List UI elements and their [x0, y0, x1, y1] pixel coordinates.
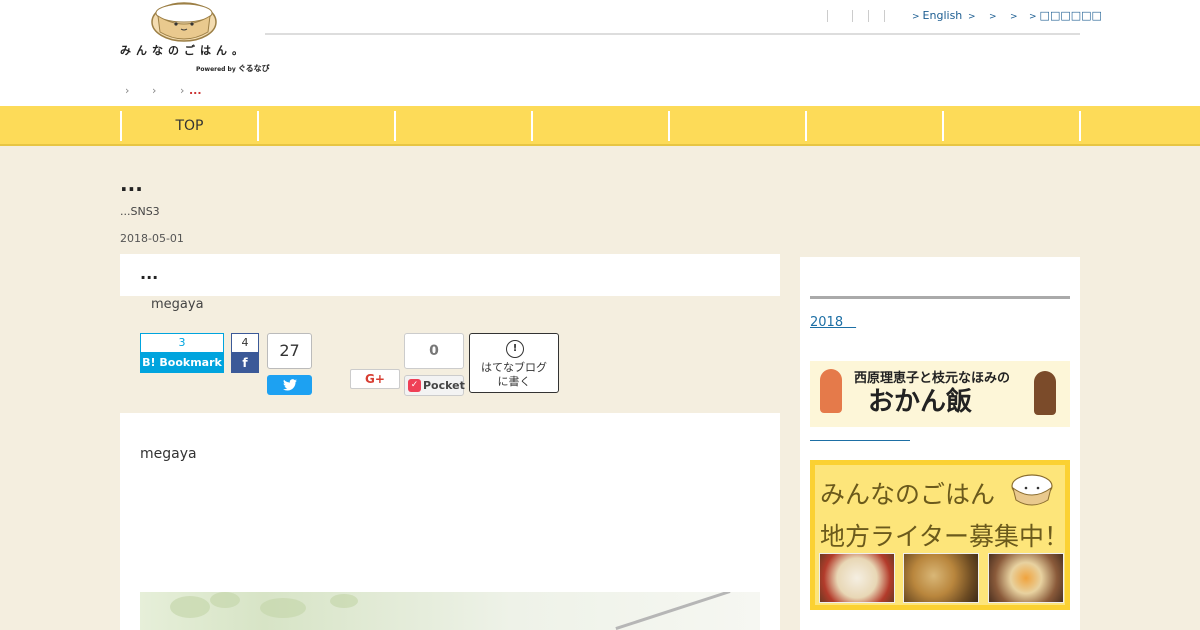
logo-powered-label: Powered by	[196, 66, 236, 73]
sidebar-divider	[810, 296, 1070, 299]
twitter-bird-icon	[267, 375, 312, 395]
content-author: megaya	[140, 446, 197, 462]
pocket-count: 0	[404, 333, 464, 369]
entry-subtitle: ...SNS3	[120, 205, 160, 218]
chevron-right-icon: >	[1029, 12, 1037, 22]
hatena-blog-icon: !	[506, 340, 524, 358]
logo-brand: ぐるなび	[237, 64, 270, 73]
chevron-right-icon: >	[968, 12, 976, 22]
util-link-label: □□□□□□	[1039, 9, 1102, 22]
header-divider	[265, 33, 1080, 35]
hatena-bookmark-count: 3	[140, 333, 224, 353]
author-name[interactable]: megaya	[151, 297, 204, 312]
nav-item[interactable]	[396, 111, 531, 141]
pocket-label: ✓ Pocket	[404, 375, 465, 396]
breadcrumb-chevron-icon[interactable]: ›	[152, 84, 156, 97]
hatena-bookmark-label: B! Bookmark	[140, 353, 224, 373]
rice-bowl-icon	[1011, 474, 1053, 506]
pocket-button[interactable]: 0 ✓ Pocket	[404, 333, 465, 396]
entry-title: ...	[120, 172, 143, 196]
ramen-photo	[819, 553, 895, 603]
googleplus-share-button[interactable]: G+	[350, 369, 400, 389]
article-content: megaya	[120, 413, 780, 630]
util-link[interactable]: >	[989, 9, 1000, 23]
chevron-right-icon: >	[1010, 12, 1018, 22]
nav-item-top[interactable]: TOP	[122, 111, 257, 141]
pocket-label-text: Pocket	[423, 379, 465, 392]
nav-item[interactable]	[807, 111, 942, 141]
chevron-right-icon: >	[912, 12, 920, 22]
sidebar: 2018 西原理恵子と枝元なほみの おかん飯 みんなのごはん 地方ライター募集中…	[800, 257, 1080, 630]
util-separator	[868, 10, 869, 22]
util-separator	[852, 10, 853, 22]
writer-banner-line1: みんなのごはん	[820, 480, 996, 509]
section-header: ...	[120, 254, 780, 296]
photo-foliage	[210, 592, 240, 608]
pocket-icon: ✓	[408, 379, 421, 392]
character-right-icon	[1034, 371, 1056, 415]
hatena-blog-label-line2: に書く	[497, 375, 531, 388]
util-link-label: English	[922, 9, 963, 22]
article-photo	[140, 592, 760, 630]
chevron-right-icon: >	[989, 12, 997, 22]
oyster-photo	[903, 553, 979, 603]
facebook-icon: f	[231, 353, 259, 373]
util-separator	[827, 10, 828, 22]
nav-divider	[1079, 111, 1081, 141]
sidebar-link-underline[interactable]	[810, 440, 910, 441]
breadcrumb-current: ...	[189, 84, 202, 97]
photo-beam	[615, 592, 731, 630]
twitter-share-button[interactable]: 27	[267, 333, 312, 395]
writer-recruit-banner[interactable]: みんなのごはん 地方ライター募集中！	[810, 460, 1070, 610]
hatena-bookmark-button[interactable]: 3 B! Bookmark	[140, 333, 224, 373]
photo-foliage	[170, 596, 210, 618]
nav-item[interactable]	[670, 111, 805, 141]
section-title: ...	[140, 264, 159, 283]
hatena-blog-write-button[interactable]: ! はてなブログ に書く	[469, 333, 559, 393]
hatena-bookmark-text: Bookmark	[159, 356, 222, 369]
hatena-blog-label: はてなブログ に書く	[470, 361, 558, 389]
util-separator	[884, 10, 885, 22]
global-nav: TOP	[0, 106, 1200, 146]
nav-item[interactable]	[259, 111, 394, 141]
site-header: みんなのごはん。 Powered by ぐるなび > English > > > …	[0, 0, 1200, 106]
hatena-b-icon: B!	[142, 356, 156, 369]
util-link[interactable]: >	[968, 9, 979, 23]
sidebar-archive-link[interactable]: 2018	[810, 311, 856, 330]
okan-banner-title: おかん飯	[868, 387, 973, 417]
entry-date: 2018-05-01	[120, 232, 184, 245]
photo-foliage	[260, 598, 306, 618]
util-link-english[interactable]: > English	[912, 9, 962, 23]
dish-photo	[988, 553, 1064, 603]
photo-foliage	[330, 594, 358, 608]
nav-item[interactable]	[533, 111, 668, 141]
twitter-share-count: 27	[267, 333, 312, 369]
logo-powered: Powered by ぐるなび	[196, 63, 270, 74]
hatena-blog-label-line1: はてなブログ	[481, 361, 547, 374]
breadcrumb-chevron-icon[interactable]: ›	[125, 84, 129, 97]
facebook-share-button[interactable]: 4 f	[231, 333, 259, 373]
breadcrumb-chevron-icon: ›	[180, 84, 185, 97]
util-link[interactable]: >	[1010, 9, 1021, 23]
writer-banner-line2: 地方ライター募集中！	[820, 522, 1070, 551]
util-link[interactable]: > □□□□□□	[1029, 9, 1102, 23]
facebook-share-count: 4	[231, 333, 259, 353]
site-logo[interactable]: みんなのごはん。 Powered by ぐるなび	[118, 2, 270, 76]
logo-text: みんなのごはん。	[120, 44, 248, 57]
okan-meshi-banner[interactable]: 西原理恵子と枝元なほみの おかん飯	[810, 361, 1070, 427]
nav-item[interactable]	[944, 111, 1079, 141]
character-left-icon	[820, 369, 842, 413]
